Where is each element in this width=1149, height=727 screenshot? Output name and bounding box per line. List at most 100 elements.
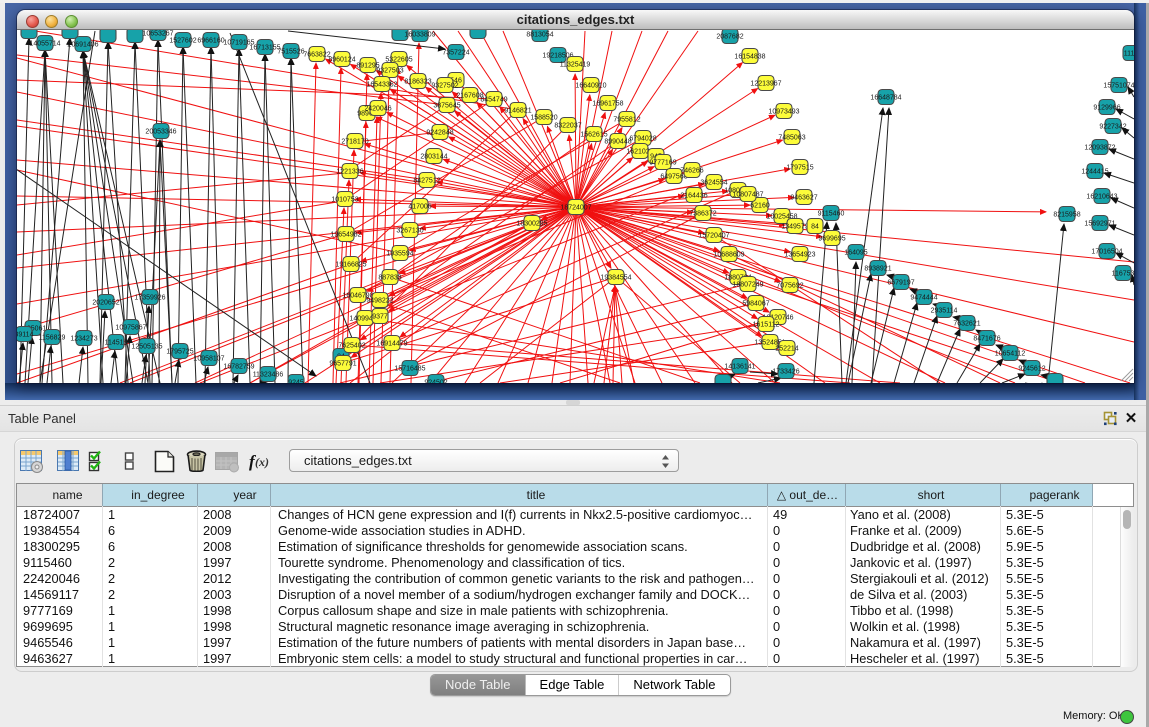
svg-text:13654923: 13654923 [784,252,815,259]
svg-text:1010753: 1010753 [331,197,358,204]
svg-text:1588520: 1588520 [530,115,557,122]
svg-text:7485063: 7485063 [778,135,805,142]
svg-text:8215958: 8215958 [1053,212,1080,219]
svg-text:10973493: 10973493 [768,109,799,116]
svg-text:6794028: 6794028 [629,136,656,143]
svg-text:19166825: 19166825 [335,262,366,269]
svg-text:9327502: 9327502 [431,83,458,90]
svg-text:9227342: 9227342 [1099,124,1126,131]
svg-text:9146821: 9146821 [504,108,531,115]
svg-text:9463627: 9463627 [790,195,817,202]
svg-text:19384554: 19384554 [600,275,631,282]
svg-text:1234273: 1234273 [70,336,97,343]
svg-text:3875645: 3875645 [433,103,460,110]
svg-text:1797515: 1797515 [786,165,813,172]
svg-text:3267130: 3267130 [396,228,423,235]
svg-text:11325419: 11325419 [560,62,591,69]
svg-text:9327503: 9327503 [376,68,403,75]
svg-text:15751074: 15751074 [1103,83,1134,90]
svg-text:1156829: 1156829 [39,335,66,342]
svg-text:20053346: 20053346 [145,129,176,136]
svg-text:1349579: 1349579 [781,224,808,231]
svg-text:16210643: 16210643 [1086,194,1117,201]
svg-text:8813054: 8813054 [526,32,553,39]
svg-text:887833: 887833 [378,275,401,282]
svg-text:164095: 164095 [844,250,867,257]
svg-text:1244415: 1244415 [1081,169,1108,176]
svg-text:16033809: 16033809 [404,32,435,39]
svg-text:1527602: 1527602 [169,38,196,45]
svg-text:6966160: 6966160 [197,38,224,45]
svg-text:116753: 116753 [1112,271,1134,278]
svg-text:19654982: 19654982 [330,232,361,239]
svg-text:12505135: 12505135 [131,344,162,351]
svg-text:6679197: 6679197 [887,280,914,287]
svg-text:15720407: 15720407 [698,233,729,240]
svg-text:8990448: 8990448 [604,139,631,146]
svg-text:8186323: 8186323 [404,79,431,86]
svg-text:62160: 62160 [750,203,770,210]
svg-text:16782759: 16782759 [223,364,254,371]
svg-text:84: 84 [811,224,819,231]
svg-text:924502: 924502 [424,380,447,384]
svg-text:7075692: 7075692 [776,283,803,290]
svg-text:14055714: 14055714 [29,41,60,48]
svg-text:8427512: 8427512 [413,178,440,185]
svg-text:9245612: 9245612 [1018,366,1045,373]
svg-text:9777169: 9777169 [649,160,676,167]
svg-text:9115460: 9115460 [818,211,845,218]
svg-text:2020652: 2020652 [92,300,119,307]
svg-text:16154838: 16154838 [734,54,765,61]
svg-text:(x): (x) [255,455,269,469]
svg-text:7515526: 7515526 [277,49,304,56]
svg-text:417006: 417006 [408,204,431,211]
svg-text:16713155: 16713155 [249,45,280,52]
svg-text:3624554: 3624554 [700,180,727,187]
svg-text:7663822: 7663822 [303,52,330,59]
svg-text:18724007: 18724007 [560,205,591,212]
svg-text:1795725: 1795725 [166,349,193,356]
svg-text:18807249: 18807249 [732,282,763,289]
svg-text:7357224: 7357224 [442,50,469,57]
svg-text:10958107: 10958107 [193,356,224,363]
svg-text:2718170: 2718170 [341,139,368,146]
svg-text:16640910: 16640910 [575,83,606,90]
svg-text:9129966: 9129966 [1093,105,1120,112]
svg-text:9498222: 9498222 [366,298,393,305]
svg-text:9657791: 9657791 [329,361,356,368]
svg-text:7625402: 7625402 [338,343,365,350]
svg-text:9242848: 9242848 [426,130,453,137]
svg-text:16648784: 16648784 [870,95,901,102]
svg-text:1733426: 1733426 [772,369,799,376]
svg-text:8960124: 8960124 [328,57,355,64]
svg-text:17016504: 17016504 [1091,249,1122,256]
svg-text:14136141: 14136141 [724,364,755,371]
svg-text:10654112: 10654112 [995,351,1026,358]
svg-text:1935594: 1935594 [386,251,413,258]
svg-text:7386372: 7386372 [689,211,716,218]
svg-text:16543362: 16543362 [366,82,397,89]
svg-text:10653267: 10653267 [142,31,173,38]
svg-text:2935114: 2935114 [931,308,958,315]
svg-text:1615112: 1615112 [753,322,780,329]
svg-text:15692971: 15692971 [1084,221,1115,228]
svg-text:1112: 1112 [1124,51,1134,58]
svg-text:7632621: 7632621 [953,321,980,328]
svg-text:8322037: 8322037 [554,123,581,130]
svg-text:10688609: 10688609 [713,252,744,259]
svg-text:5984067: 5984067 [742,301,769,308]
svg-text:9245: 9245 [288,380,304,384]
svg-text:8454749: 8454749 [480,97,507,104]
svg-text:17359926: 17359926 [134,295,165,302]
svg-text:1221336: 1221336 [336,169,363,176]
svg-text:2803144: 2803144 [420,154,447,161]
svg-text:2420046: 2420046 [364,106,391,113]
svg-text:114519: 114519 [105,340,128,347]
svg-text:1562615: 1562615 [580,132,607,139]
svg-text:746266: 746266 [680,168,703,175]
svg-text:2087682: 2087682 [716,34,743,41]
svg-text:10975867: 10975867 [115,325,146,332]
svg-text:9377: 9377 [372,314,388,321]
svg-text:12213967: 12213967 [750,81,781,88]
svg-text:8471676: 8471676 [973,336,1000,343]
